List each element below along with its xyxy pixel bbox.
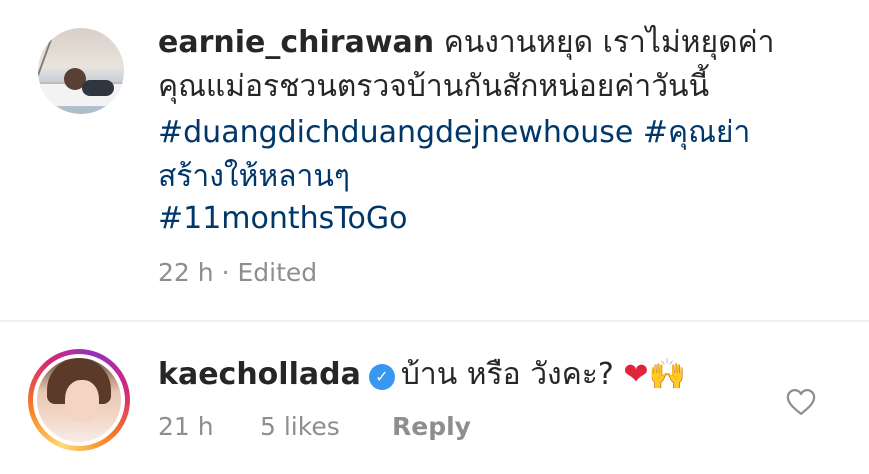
hashtag-grandma-part1[interactable]: #คุณย่า (643, 115, 750, 150)
raising-hands-emoji-icon: 🙌 (648, 357, 686, 392)
likes-count[interactable]: 5 likes (260, 412, 340, 441)
reply-username[interactable]: kaechollada (158, 357, 361, 392)
avatar[interactable] (37, 358, 121, 442)
story-ring[interactable] (28, 349, 130, 451)
avatar-photo-face (65, 380, 99, 422)
caption-text-2: คุณแม่อรชวนตรวจบ้านกันสักหน่อยค่าวันนี้ (158, 69, 710, 104)
avatar[interactable] (38, 28, 124, 114)
caption-line-1: earnie_chirawan คนงานหยุด เราไม่หยุดค่า (158, 22, 774, 64)
story-ring-inner (33, 354, 125, 446)
reply-text: บ้าน หรือ วังคะ? (400, 357, 614, 392)
reply-line: kaechollada ✓ บ้าน หรือ วังคะ? ❤🙌 (158, 354, 686, 396)
caption-comment: earnie_chirawan คนงานหยุด เราไม่หยุดค่า … (0, 0, 869, 320)
hashtag-link[interactable]: #duangdichduangdejnewhouse #คุณย่า (158, 112, 750, 154)
edited-label: Edited (237, 258, 318, 287)
avatar-photo-person-2 (82, 80, 114, 96)
hashtag-grandma-part2[interactable]: สร้างให้หลานๆ (158, 156, 350, 198)
caption-username[interactable]: earnie_chirawan (158, 25, 434, 60)
heart-outline-icon[interactable] (786, 388, 816, 416)
caption-time: 22 h (158, 258, 214, 287)
reply-comment: kaechollada ✓ บ้าน หรือ วังคะ? ❤🙌 21 h 5 l… (0, 322, 869, 474)
hashtag-11months[interactable]: #11monthsToGo (158, 198, 408, 240)
meta-separator: · (221, 258, 230, 287)
caption-text-1: คนงานหยุด เราไม่หยุดค่า (443, 25, 775, 60)
reply-time: 21 h (158, 412, 214, 441)
verified-badge-icon: ✓ (368, 364, 395, 390)
reply-button[interactable]: Reply (392, 412, 471, 441)
red-heart-emoji-icon: ❤ (623, 357, 649, 392)
hashtag-duangdich[interactable]: #duangdichduangdejnewhouse (158, 115, 633, 150)
caption-meta: 22 h · Edited (158, 258, 317, 287)
